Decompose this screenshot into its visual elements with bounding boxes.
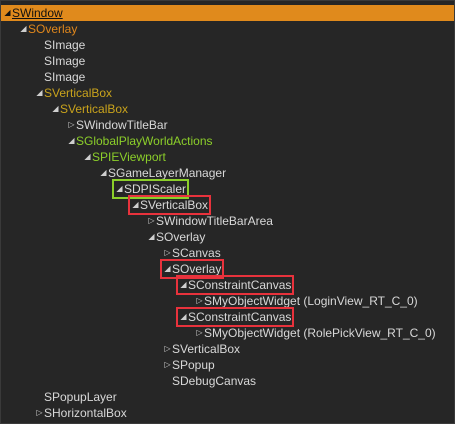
tree-node-label: SVerticalBox (172, 342, 241, 356)
tree-node-spopup[interactable]: ▷SPopup (163, 357, 215, 373)
tree-node-label: SVerticalBox (60, 102, 129, 116)
tree-node-label: SGlobalPlayWorldActions (76, 134, 213, 148)
tree-node-label: SWindowTitleBarArea (156, 214, 273, 228)
tree-node-label: SPopup (172, 358, 215, 372)
tree-node-label: SImage (44, 70, 86, 84)
expanded-arrow-icon[interactable]: ◢ (3, 5, 12, 21)
tree-node-label: SOverlay (28, 22, 78, 36)
tree-node-label: SImage (44, 38, 86, 52)
tree-node-simage[interactable]: SImage (35, 69, 85, 85)
tree-node-label: SMyObjectWidget (RolePickView_RT_C_0) (204, 326, 436, 340)
tree-node-shorizontalbox[interactable]: ▷SHorizontalBox (35, 405, 127, 421)
tree-node-simage[interactable]: SImage (35, 53, 85, 69)
expanded-arrow-icon[interactable]: ◢ (147, 229, 156, 245)
widget-reflector-tree: ◢SWindow ◢SOverlay SImage SImage SImage ◢SVer… (0, 0, 455, 424)
tree-node-label: SWindow (12, 6, 63, 20)
collapsed-arrow-icon[interactable]: ▷ (35, 405, 44, 421)
expanded-arrow-icon[interactable]: ◢ (35, 85, 44, 101)
collapsed-arrow-icon[interactable]: ▷ (67, 117, 76, 133)
tree-node-label: SOverlay (156, 230, 206, 244)
tree-node-sverticalbox[interactable]: ▷SVerticalBox (163, 341, 240, 357)
tree-node-simage[interactable]: SImage (35, 37, 85, 53)
tree-node-sglobalplayworldactions[interactable]: ◢SGlobalPlayWorldActions (67, 133, 213, 149)
tree-node-label: SWindowTitleBar (76, 118, 168, 132)
tree-node-spieviewport[interactable]: ◢SPIEViewport (83, 149, 166, 165)
tree-node-swindowtitlebar[interactable]: ▷SWindowTitleBar (67, 117, 168, 133)
collapsed-arrow-icon[interactable]: ▷ (195, 325, 204, 341)
red-highlight-box (176, 307, 294, 327)
tree-node-soverlay[interactable]: ◢SOverlay (147, 229, 205, 245)
tree-node-label: SPIEViewport (92, 150, 166, 164)
expanded-arrow-icon[interactable]: ◢ (51, 101, 60, 117)
selected-row-highlight (1, 5, 454, 21)
expanded-arrow-icon[interactable]: ◢ (99, 165, 108, 181)
tree-node-label: SImage (44, 54, 86, 68)
tree-node-sdebugcanvas[interactable]: SDebugCanvas (163, 373, 256, 389)
tree-node-swindowtitlebararea[interactable]: ▷SWindowTitleBarArea (147, 213, 273, 229)
collapsed-arrow-icon[interactable]: ▷ (147, 213, 156, 229)
expanded-arrow-icon[interactable]: ◢ (67, 133, 76, 149)
tree-node-label: SDebugCanvas (172, 374, 257, 388)
tree-node-sverticalbox[interactable]: ◢SVerticalBox (35, 85, 112, 101)
tree-node-label: SHorizontalBox (44, 406, 127, 420)
tree-node-label: SPopupLayer (44, 390, 117, 404)
collapsed-arrow-icon[interactable]: ▷ (163, 357, 172, 373)
tree-node-sverticalbox[interactable]: ◢SVerticalBox (51, 101, 128, 117)
red-highlight-box (128, 195, 211, 215)
collapsed-arrow-icon[interactable]: ▷ (163, 341, 172, 357)
expanded-arrow-icon[interactable]: ◢ (83, 149, 92, 165)
tree-node-spopuplayer[interactable]: SPopupLayer (35, 389, 117, 405)
tree-node-label: SVerticalBox (44, 86, 113, 100)
tree-node-swindow[interactable]: ◢SWindow (3, 5, 63, 21)
red-highlight-box (176, 275, 294, 295)
tree-node-smyobjectwidget-rolepickview-rt-c-0[interactable]: ▷SMyObjectWidget (RolePickView_RT_C_0) (195, 325, 436, 341)
expanded-arrow-icon[interactable]: ◢ (19, 21, 28, 37)
tree-node-soverlay[interactable]: ◢SOverlay (19, 21, 77, 37)
